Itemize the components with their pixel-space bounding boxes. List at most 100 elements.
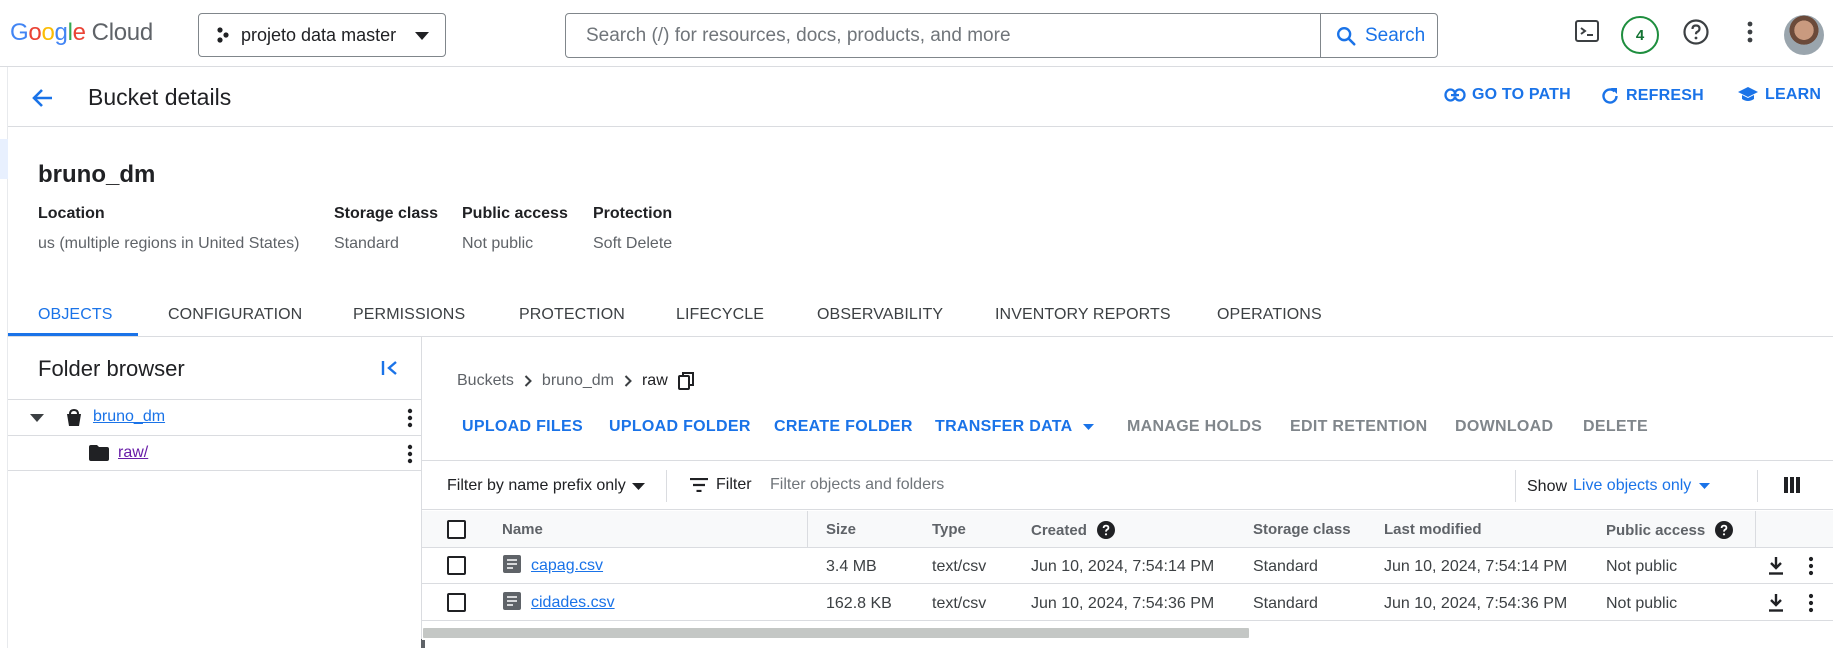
object-public-access: Not public <box>1606 558 1678 575</box>
logo-cloud-text: Cloud <box>91 19 154 46</box>
more-vert-icon[interactable] <box>1806 593 1816 613</box>
tree-raw-folder-link[interactable]: raw/ <box>118 444 148 462</box>
object-last-modified: Jun 10, 2024, 7:54:36 PM <box>1384 595 1568 612</box>
tree-item-raw-folder[interactable]: raw/ <box>8 435 422 471</box>
chevron-down-icon <box>1082 424 1094 430</box>
search-input[interactable] <box>566 14 1321 57</box>
show-label: Show <box>1527 478 1568 495</box>
more-vert-icon[interactable] <box>404 408 416 428</box>
avatar[interactable] <box>1784 15 1824 55</box>
search-icon <box>1337 26 1356 46</box>
more-vert-icon[interactable] <box>1806 556 1816 576</box>
cloud-shell-icon[interactable] <box>1574 18 1600 44</box>
search-button-label: Search <box>1365 24 1426 46</box>
col-header-public-access[interactable]: Public access <box>1606 521 1734 539</box>
link-icon <box>1444 88 1466 102</box>
download-button[interactable]: DOWNLOAD <box>1455 418 1553 436</box>
breadcrumb-bucket[interactable]: bruno_dm <box>542 372 614 390</box>
col-header-size[interactable]: Size <box>826 521 856 538</box>
search-button[interactable]: Search <box>1320 14 1437 57</box>
chevron-down-icon <box>415 32 429 40</box>
table-header: Name Size Type Created Storage class Las… <box>422 511 1833 548</box>
storage-class-label: Storage class <box>334 205 439 222</box>
project-icon <box>217 27 229 43</box>
show-objects-dropdown[interactable]: Live objects only <box>1573 477 1711 495</box>
tab-configuration[interactable]: CONFIGURATION <box>168 306 302 324</box>
breadcrumb-buckets[interactable]: Buckets <box>457 372 514 390</box>
col-header-name[interactable]: Name <box>502 521 543 538</box>
expand-arrow-icon[interactable] <box>30 414 44 422</box>
storage-class-value: Standard <box>334 235 399 252</box>
back-arrow-icon[interactable] <box>30 85 56 111</box>
tab-operations[interactable]: OPERATIONS <box>1217 306 1322 324</box>
download-icon[interactable] <box>1768 557 1784 575</box>
project-name: projeto data master <box>241 24 397 45</box>
object-name-link[interactable]: cidades.csv <box>531 594 615 612</box>
filter-icon <box>690 478 708 492</box>
download-icon[interactable] <box>1768 594 1784 612</box>
tab-protection[interactable]: PROTECTION <box>519 306 625 324</box>
copy-icon[interactable] <box>677 372 694 390</box>
filter-input[interactable] <box>770 468 1370 502</box>
horizontal-scrollbar-thumb[interactable] <box>423 628 1249 638</box>
collapse-panel-icon[interactable] <box>380 359 400 377</box>
column-display-icon[interactable] <box>1784 477 1800 493</box>
col-header-storage-class[interactable]: Storage class <box>1253 521 1351 538</box>
column-divider <box>807 511 808 548</box>
col-header-type[interactable]: Type <box>932 521 966 538</box>
col-header-last-modified[interactable]: Last modified <box>1384 521 1482 538</box>
tab-permissions[interactable]: PERMISSIONS <box>353 306 465 324</box>
transfer-data-label: TRANSFER DATA <box>935 418 1073 435</box>
filter-mode-dropdown[interactable]: Filter by name prefix only <box>447 477 645 495</box>
tab-lifecycle[interactable]: LIFECYCLE <box>676 306 764 324</box>
tab-objects[interactable]: OBJECTS <box>38 306 113 324</box>
filter-button-label: Filter <box>716 476 752 493</box>
tree-bucket-link[interactable]: bruno_dm <box>93 408 165 426</box>
go-to-path-button[interactable]: GO TO PATH <box>1444 86 1571 104</box>
project-selector[interactable]: projeto data master <box>198 13 446 57</box>
transfer-data-button[interactable]: TRANSFER DATA <box>935 418 1094 436</box>
breadcrumb-current: raw <box>641 372 668 389</box>
refresh-button[interactable]: REFRESH <box>1600 86 1704 106</box>
more-vert-icon[interactable] <box>1741 18 1759 46</box>
tab-observability[interactable]: OBSERVABILITY <box>817 306 943 324</box>
tab-inventory-reports[interactable]: INVENTORY REPORTS <box>995 306 1171 324</box>
search-box: Search <box>565 13 1438 58</box>
upload-folder-button[interactable]: UPLOAD FOLDER <box>609 418 751 436</box>
protection-value: Soft Delete <box>593 235 673 252</box>
google-cloud-logo[interactable]: Google Cloud <box>10 19 153 47</box>
upload-files-button[interactable]: UPLOAD FILES <box>462 418 583 436</box>
object-name-link[interactable]: capag.csv <box>531 557 603 575</box>
tree-item-bucket[interactable]: bruno_dm <box>8 399 422 435</box>
refresh-label: REFRESH <box>1626 87 1704 104</box>
breadcrumb: Buckets bruno_dm raw <box>457 372 694 390</box>
logo-google-text: Google <box>10 19 86 46</box>
row-checkbox[interactable] <box>447 556 466 575</box>
filter-button[interactable]: Filter <box>690 476 752 494</box>
delete-button[interactable]: DELETE <box>1583 418 1648 436</box>
select-all-checkbox[interactable] <box>447 520 466 539</box>
left-nav-strip <box>0 67 8 648</box>
panel-resize-handle[interactable] <box>421 639 425 648</box>
refresh-icon <box>1602 88 1618 104</box>
chevron-down-icon <box>1699 483 1711 489</box>
protection-label: Protection <box>593 205 673 222</box>
learn-button[interactable]: LEARN <box>1737 86 1821 104</box>
object-public-access: Not public <box>1606 595 1678 612</box>
notifications-badge[interactable]: 4 <box>1621 16 1659 54</box>
more-vert-icon[interactable] <box>404 444 416 464</box>
row-checkbox[interactable] <box>447 593 466 612</box>
bucket-icon <box>67 409 81 426</box>
col-header-created[interactable]: Created <box>1031 521 1115 539</box>
edit-retention-button[interactable]: EDIT RETENTION <box>1290 418 1428 436</box>
folder-icon <box>89 445 109 461</box>
create-folder-button[interactable]: CREATE FOLDER <box>774 418 913 436</box>
object-last-modified: Jun 10, 2024, 7:54:14 PM <box>1384 558 1568 575</box>
help-icon[interactable] <box>1715 521 1734 539</box>
column-divider <box>1755 511 1756 548</box>
help-icon[interactable] <box>1096 521 1115 539</box>
help-icon[interactable] <box>1682 18 1710 46</box>
object-created: Jun 10, 2024, 7:54:36 PM <box>1031 595 1215 612</box>
manage-holds-button[interactable]: MANAGE HOLDS <box>1127 418 1262 436</box>
object-created: Jun 10, 2024, 7:54:14 PM <box>1031 558 1215 575</box>
